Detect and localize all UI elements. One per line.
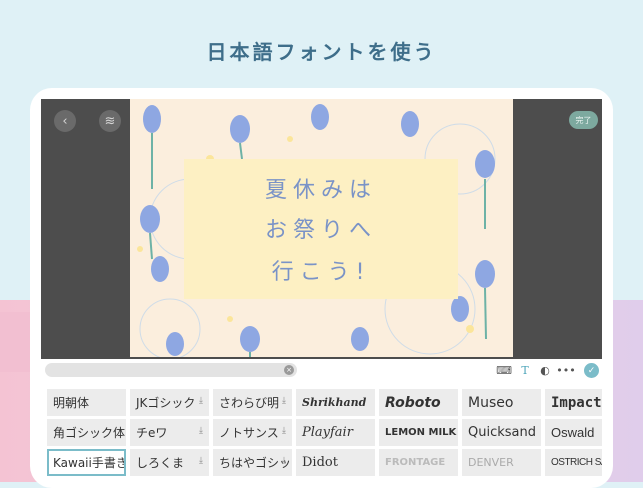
font-option[interactable]: さわらび明 ⤓ xyxy=(213,389,292,416)
page-title: 日本語フォントを使う xyxy=(206,40,437,64)
font-option[interactable]: OSTRICH SANS xyxy=(545,449,602,476)
font-option[interactable]: しろくま ⤓ xyxy=(130,449,209,476)
font-option-label: Playfair xyxy=(302,425,353,440)
download-icon: ⤓ xyxy=(199,396,203,406)
font-option-label: Didot xyxy=(302,455,338,470)
font-option-label: JKゴシック xyxy=(136,396,196,410)
poster-text-line-2: お祭りへ xyxy=(264,218,377,243)
font-option[interactable]: ちはやゴシック⤓ xyxy=(213,449,292,476)
font-option[interactable]: Kawaii手書き xyxy=(47,449,126,476)
font-option[interactable]: 角ゴシック体 xyxy=(47,419,126,446)
font-search-input[interactable] xyxy=(45,363,297,377)
font-option[interactable]: DENVER xyxy=(462,449,541,476)
font-option-label: Shrikhand xyxy=(302,396,367,409)
keyboard-icon[interactable]: ⌨ xyxy=(496,363,512,377)
check-icon[interactable]: ✓ xyxy=(584,363,599,378)
font-option-label: FRONTAGE xyxy=(385,457,446,468)
font-option-label: 明朝体 xyxy=(53,396,90,410)
font-option-label: LEMON MILK xyxy=(385,427,457,438)
font-option[interactable]: Didot xyxy=(296,449,375,476)
back-button[interactable]: ‹ xyxy=(54,110,76,132)
done-button[interactable]: 完了 xyxy=(569,111,598,129)
font-option-label: 角ゴシック体 xyxy=(53,426,126,440)
font-option[interactable]: LEMON MILK xyxy=(379,419,458,446)
font-option[interactable]: Quicksand xyxy=(462,419,541,446)
font-option-label: さわらび明 xyxy=(219,396,280,410)
font-option-label: ノトサンス xyxy=(219,426,279,440)
font-option-label: Oswald xyxy=(551,425,595,440)
font-option[interactable]: Impact xyxy=(545,389,602,416)
font-option[interactable]: JKゴシック ⤓ xyxy=(130,389,209,416)
download-icon: ⤓ xyxy=(199,426,203,436)
font-option[interactable]: Roboto xyxy=(379,389,458,416)
font-option-label: チeワ xyxy=(136,426,168,440)
font-option[interactable]: 明朝体 xyxy=(47,389,126,416)
font-option-label: Roboto xyxy=(385,394,441,411)
poster-text-line-3: 行こう! xyxy=(271,260,371,285)
download-icon: ⤓ xyxy=(282,396,286,406)
font-option-label: Impact xyxy=(551,394,602,411)
font-option[interactable]: Shrikhand xyxy=(296,389,375,416)
download-icon: ⤓ xyxy=(282,456,286,466)
layers-icon: ≋ xyxy=(104,113,116,129)
clear-search-icon[interactable]: × xyxy=(284,365,294,375)
font-option-label: しろくま xyxy=(136,456,185,470)
font-option[interactable]: Playfair xyxy=(296,419,375,446)
font-option-label: Quicksand xyxy=(468,425,536,440)
palette-icon[interactable]: ◐ xyxy=(538,363,552,377)
font-option-label: DENVER xyxy=(468,456,514,469)
font-option-label: Kawaii手書き xyxy=(53,456,126,470)
download-icon: ⤓ xyxy=(282,426,286,436)
font-option-label: OSTRICH SANS xyxy=(551,457,602,468)
layers-button[interactable]: ≋ xyxy=(99,110,121,132)
font-option[interactable]: ノトサンス ⤓ xyxy=(213,419,292,446)
font-option[interactable]: チeワ ⤓ xyxy=(130,419,209,446)
font-option[interactable]: FRONTAGE xyxy=(379,449,458,476)
font-option-label: Museo xyxy=(468,394,514,411)
text-icon[interactable]: T xyxy=(518,363,532,377)
font-option[interactable]: Museo xyxy=(462,389,541,416)
font-option[interactable]: Oswald xyxy=(545,419,602,446)
more-icon[interactable]: ••• xyxy=(556,363,575,377)
back-icon: ‹ xyxy=(62,113,68,129)
poster-text-line-1: 夏休みは xyxy=(264,178,377,203)
download-icon: ⤓ xyxy=(199,456,203,466)
